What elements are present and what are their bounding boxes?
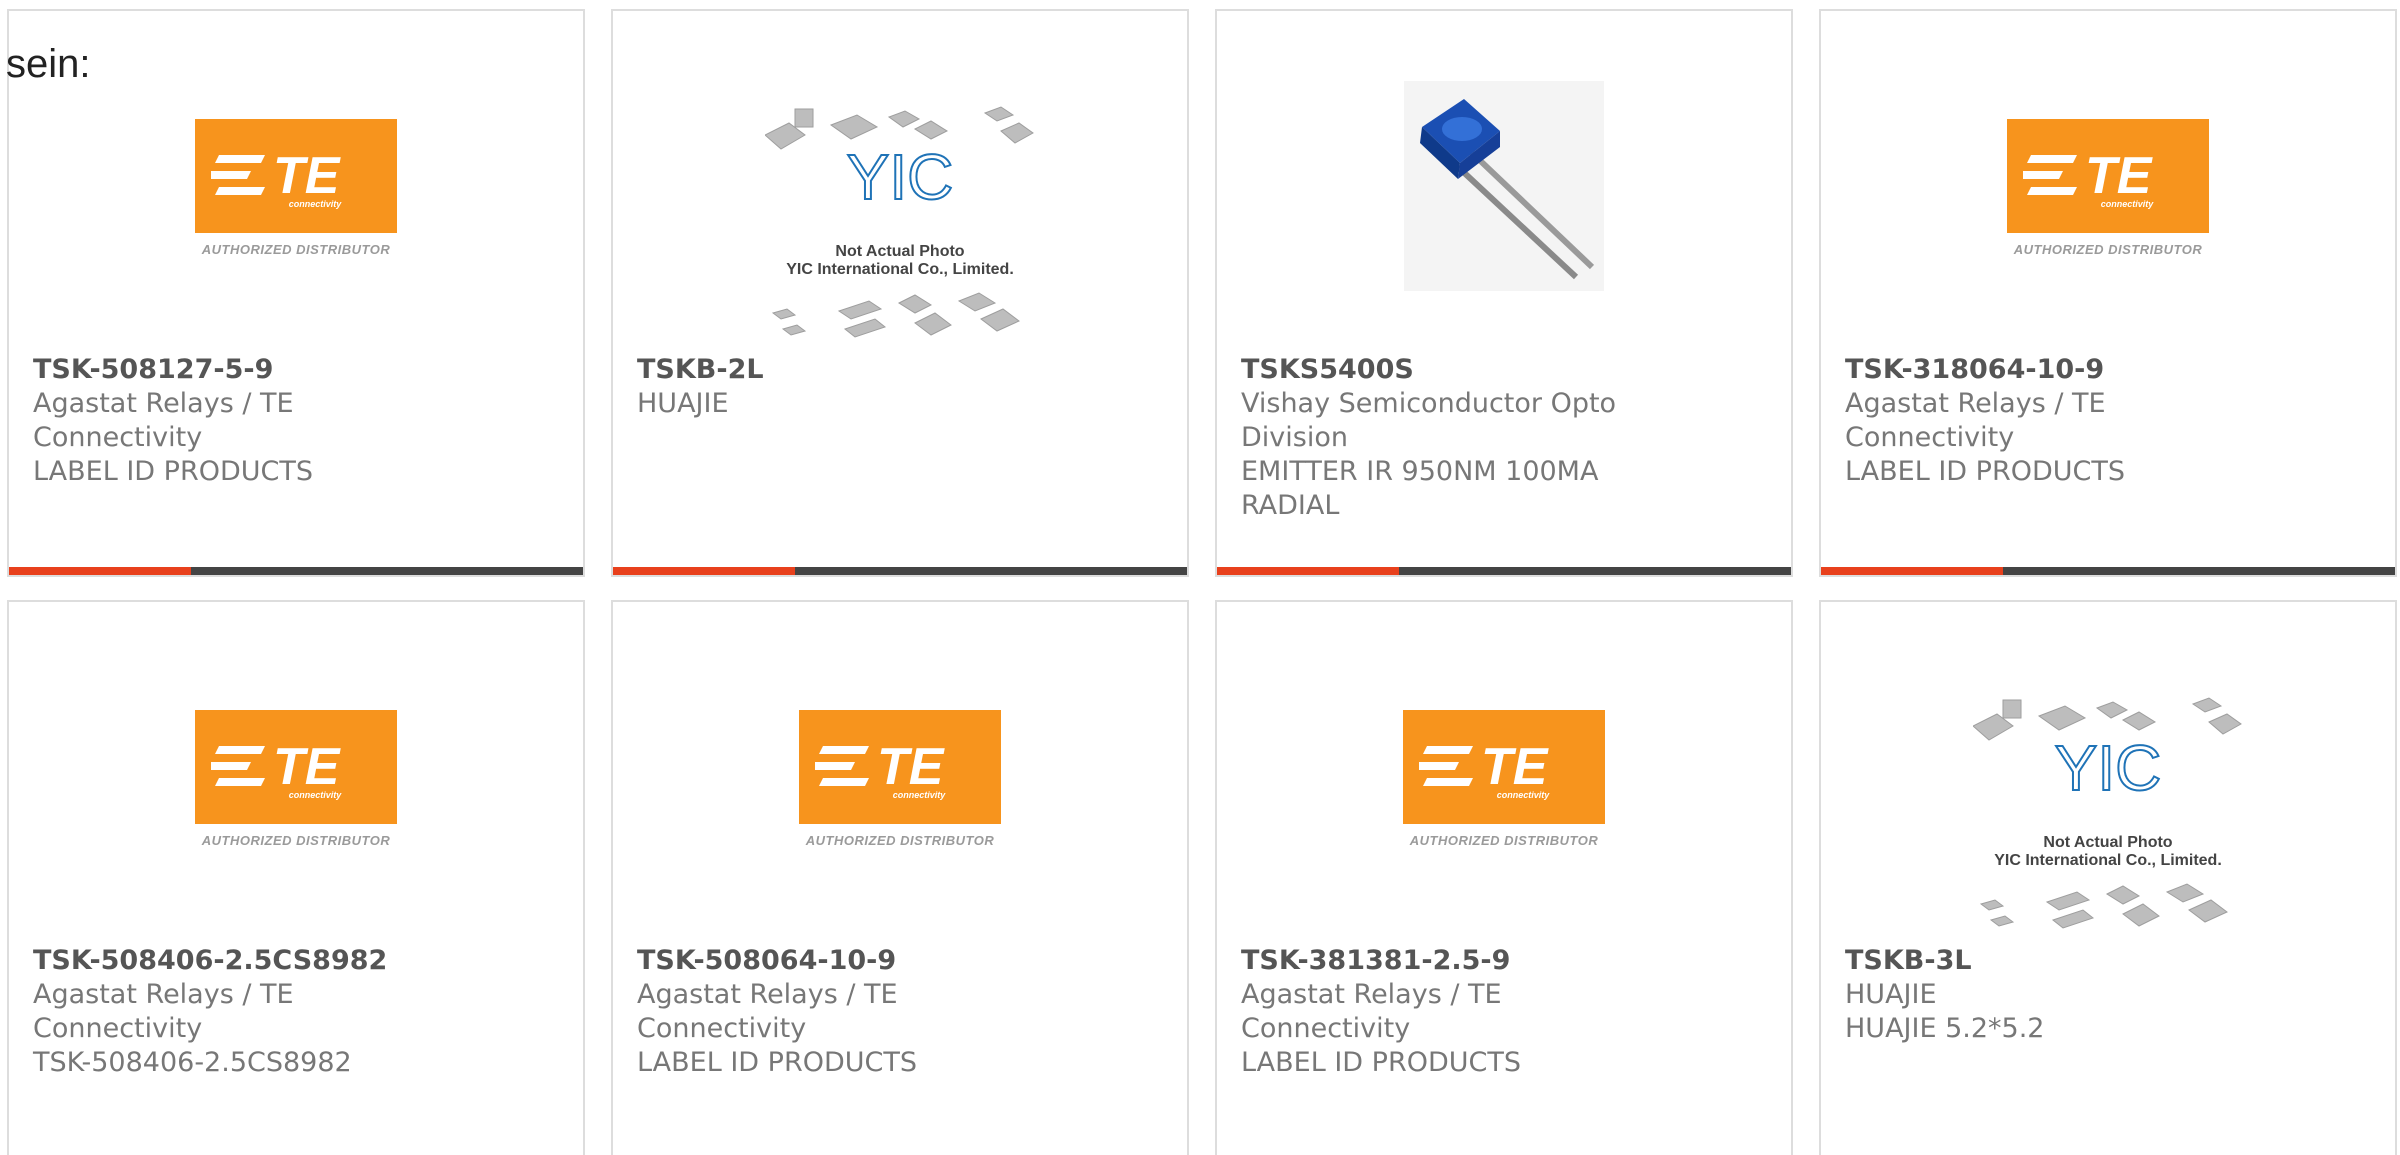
product-card[interactable]: TE connectivity AUTHORIZED DISTRIBUTOR T… [1215,600,1793,1155]
te-logo-mark: TE connectivity [2023,147,2155,209]
te-logo-mark: TE connectivity [1419,738,1551,800]
part-number[interactable]: TSKB-3L [1845,944,2371,978]
card-bar-accent [9,567,191,575]
te-logo-mark: TE connectivity [211,738,343,800]
product-image[interactable]: TE connectivity AUTHORIZED DISTRIBUTOR [613,668,1187,888]
product-card[interactable]: YIC Not Actual Photo YIC International C… [611,9,1189,577]
description: HUAJIE 5.2*5.2 [1845,1013,2045,1044]
te-logo-caption: AUTHORIZED DISTRIBUTOR [201,242,391,257]
te-logo-word: TE [2085,147,2153,205]
card-bar [1821,567,2395,575]
te-logo-caption: AUTHORIZED DISTRIBUTOR [805,833,995,848]
placeholder-caption: YIC International Co., Limited. [786,261,1014,278]
te-logo-caption: AUTHORIZED DISTRIBUTOR [201,833,391,848]
te-logo-word: TE [273,147,341,205]
te-connectivity-logo: TE connectivity AUTHORIZED DISTRIBUTOR [192,710,400,848]
not-actual-photo-placeholder: YIC Not Actual Photo YIC International C… [1973,697,2242,929]
product-info: TSKS5400S Vishay Semiconductor Opto Divi… [1241,353,1767,523]
product-info: TSK-318064-10-9 Agastat Relays / TE Conn… [1845,353,2371,489]
te-logo-word: TE [877,738,945,796]
card-bar-accent [1217,567,1399,575]
placeholder-caption: Not Actual Photo [2043,834,2172,851]
product-image[interactable]: YIC Not Actual Photo YIC International C… [613,103,1187,338]
product-card[interactable]: TE connectivity AUTHORIZED DISTRIBUTOR T… [611,600,1189,1155]
product-card[interactable]: YIC Not Actual Photo YIC International C… [1819,600,2397,1155]
te-connectivity-logo: TE connectivity AUTHORIZED DISTRIBUTOR [2004,119,2212,257]
infrared-emitter-photo [1404,81,1604,291]
yic-logo: YIC [847,141,954,213]
card-bar [613,567,1187,575]
te-logo-sub: connectivity [1497,790,1551,800]
part-number[interactable]: TSK-318064-10-9 [1845,353,2371,387]
product-card[interactable]: TE connectivity AUTHORIZED DISTRIBUTOR T… [7,600,585,1155]
manufacturer: Agastat Relays / TE Connectivity [1845,388,2106,453]
product-card[interactable]: TE connectivity AUTHORIZED DISTRIBUTOR T… [7,9,585,577]
product-image[interactable]: YIC Not Actual Photo YIC International C… [1821,694,2395,929]
part-number[interactable]: TSK-508064-10-9 [637,944,1163,978]
te-connectivity-logo: TE connectivity AUTHORIZED DISTRIBUTOR [796,710,1004,848]
card-bar [1217,567,1791,575]
manufacturer: Agastat Relays / TE Connectivity [33,388,294,453]
te-logo-mark: TE connectivity [211,147,343,209]
te-logo-caption: AUTHORIZED DISTRIBUTOR [1409,833,1599,848]
card-bar [9,567,583,575]
product-image[interactable]: TE connectivity AUTHORIZED DISTRIBUTOR [9,668,583,888]
card-bar-accent [1821,567,2003,575]
te-logo-mark: TE connectivity [815,738,947,800]
product-card[interactable]: TSKS5400S Vishay Semiconductor Opto Divi… [1215,9,1793,577]
te-connectivity-logo: TE connectivity AUTHORIZED DISTRIBUTOR [192,119,400,257]
te-logo-sub: connectivity [893,790,947,800]
product-image[interactable]: TE connectivity AUTHORIZED DISTRIBUTOR [9,77,583,297]
card-bar-accent [613,567,795,575]
product-image[interactable] [1217,81,1791,301]
part-number[interactable]: TSKB-2L [637,353,1163,387]
manufacturer: Agastat Relays / TE Connectivity [33,979,294,1044]
part-number[interactable]: TSK-508127-5-9 [33,353,559,387]
description: LABEL ID PRODUCTS [1241,1047,1522,1078]
product-grid: TE connectivity AUTHORIZED DISTRIBUTOR T… [7,9,2400,1155]
product-info: TSK-508127-5-9 Agastat Relays / TE Conne… [33,353,559,489]
not-actual-photo-placeholder: YIC Not Actual Photo YIC International C… [765,106,1034,338]
manufacturer: Agastat Relays / TE Connectivity [1241,979,1502,1044]
te-logo-word: TE [1481,738,1549,796]
part-number[interactable]: TSKS5400S [1241,353,1767,387]
te-logo-sub: connectivity [2101,199,2155,209]
yic-logo: YIC [2055,732,2162,804]
placeholder-caption: YIC International Co., Limited. [1994,852,2222,869]
te-logo-sub: connectivity [289,790,343,800]
te-connectivity-logo: TE connectivity AUTHORIZED DISTRIBUTOR [1400,710,1608,848]
part-number[interactable]: TSK-508406-2.5CS8982 [33,944,559,978]
product-info: TSKB-3L HUAJIE HUAJIE 5.2*5.2 [1845,944,2371,1046]
manufacturer: HUAJIE [1845,979,1937,1010]
part-number[interactable]: TSK-381381-2.5-9 [1241,944,1767,978]
product-info: TSK-508064-10-9 Agastat Relays / TE Conn… [637,944,1163,1080]
te-logo-word: TE [273,738,341,796]
manufacturer: HUAJIE [637,388,729,419]
product-image[interactable]: TE connectivity AUTHORIZED DISTRIBUTOR [1821,77,2395,297]
te-logo-caption: AUTHORIZED DISTRIBUTOR [2013,242,2203,257]
product-info: TSKB-2L HUAJIE [637,353,1163,421]
te-logo-sub: connectivity [289,199,343,209]
description: LABEL ID PRODUCTS [1845,456,2126,487]
description: LABEL ID PRODUCTS [33,456,314,487]
product-card[interactable]: TE connectivity AUTHORIZED DISTRIBUTOR T… [1819,9,2397,577]
manufacturer: Vishay Semiconductor Opto Division [1241,388,1617,453]
description: LABEL ID PRODUCTS [637,1047,918,1078]
page-heading: sein: [6,42,91,86]
product-info: TSK-381381-2.5-9 Agastat Relays / TE Con… [1241,944,1767,1080]
manufacturer: Agastat Relays / TE Connectivity [637,979,898,1044]
description: EMITTER IR 950NM 100MA RADIAL [1241,456,1599,521]
product-image[interactable]: TE connectivity AUTHORIZED DISTRIBUTOR [1217,668,1791,888]
placeholder-caption: Not Actual Photo [835,243,964,260]
product-info: TSK-508406-2.5CS8982 Agastat Relays / TE… [33,944,559,1080]
description: TSK-508406-2.5CS8982 [33,1047,352,1078]
